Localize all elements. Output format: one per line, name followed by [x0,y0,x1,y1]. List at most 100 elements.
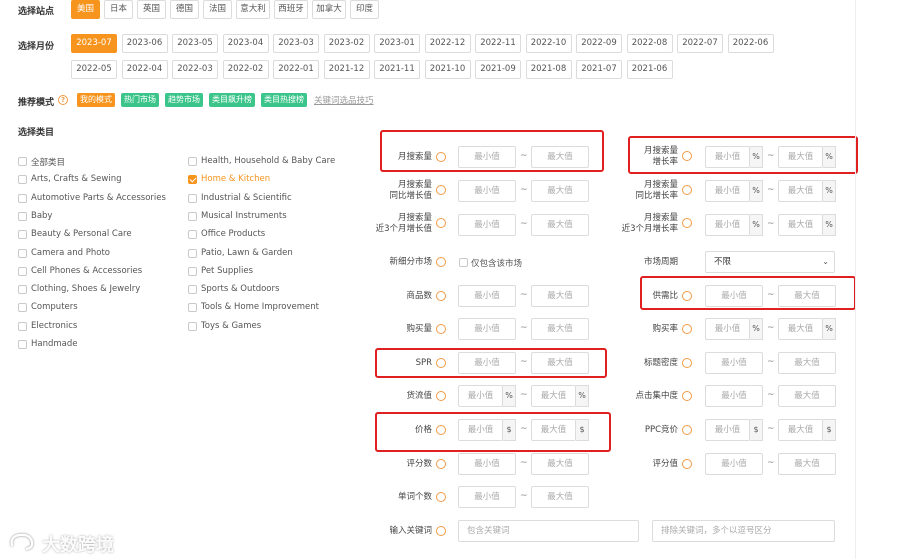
max-value-input[interactable]: 最大值 [531,180,589,202]
category-checkbox[interactable] [188,230,197,240]
site-option[interactable]: 英国 [137,0,166,19]
month-option[interactable]: 2022-12 [424,34,471,53]
category-item[interactable]: Tools & Home Improvement [201,302,319,312]
category-checkbox[interactable] [18,266,27,276]
help-icon[interactable] [436,218,446,228]
category-checkbox[interactable] [18,157,27,166]
month-option[interactable]: 2021-09 [475,60,521,79]
help-icon[interactable] [436,324,446,334]
market-cycle-select[interactable]: 不限 ⌄ [705,251,835,273]
help-icon[interactable] [436,459,446,469]
max-value-input[interactable]: 最大值 [531,385,576,407]
category-item[interactable]: Patio, Lawn & Garden [201,248,293,258]
category-item[interactable]: Cell Phones & Accessories [31,266,142,276]
niche-market-checkbox[interactable] [459,258,468,267]
month-option[interactable]: 2022-10 [525,34,572,53]
category-item[interactable]: Handmade [31,339,78,349]
exclude-keywords-input[interactable]: 排除关键词，多个以逗号区分 [652,520,835,542]
min-value-input[interactable]: 最小值 [705,352,763,374]
month-option[interactable]: 2022-06 [727,34,774,53]
min-value-input[interactable]: 最小值 [705,453,763,475]
max-value-input[interactable]: 最大值 [778,214,823,236]
max-value-input[interactable]: 最大值 [778,453,836,475]
month-option[interactable]: 2022-02 [222,60,269,79]
category-item[interactable]: 全部类目 [31,156,65,168]
min-value-input[interactable]: 最小值 [458,385,503,407]
min-value-input[interactable]: 最小值 [705,180,750,202]
month-option[interactable]: 2021-06 [626,60,673,79]
month-option[interactable]: 2023-05 [172,34,218,53]
category-item[interactable]: Sports & Outdoors [201,284,279,294]
site-option[interactable]: 日本 [104,0,133,19]
category-item[interactable]: Beauty & Personal Care [31,229,132,239]
category-item[interactable]: Arts, Crafts & Sewing [31,174,121,184]
help-icon[interactable]: ? [58,95,68,105]
help-icon[interactable] [682,185,692,195]
max-value-input[interactable]: 最大值 [778,318,823,340]
category-checkbox[interactable] [18,211,27,221]
month-option[interactable]: 2022-01 [273,60,319,79]
max-value-input[interactable]: 最大值 [778,385,836,407]
category-item[interactable]: Musical Instruments [201,211,287,221]
category-checkbox[interactable] [188,303,197,313]
include-keywords-input[interactable]: 包含关键词 [458,520,639,542]
max-value-input[interactable]: 最大值 [531,214,589,236]
category-checkbox[interactable] [18,175,27,185]
category-item[interactable]: Baby [31,211,52,221]
min-value-input[interactable]: 最小值 [705,385,763,407]
min-value-input[interactable]: 最小值 [705,214,750,236]
month-option[interactable]: 2022-05 [71,60,117,79]
month-option[interactable]: 2023-01 [374,34,420,53]
mode-tag[interactable]: 类目飙升榜 [209,93,255,107]
month-option[interactable]: 2022-03 [172,60,218,79]
category-checkbox[interactable] [188,321,197,331]
max-value-input[interactable]: 最大值 [531,318,589,340]
help-icon[interactable] [682,391,692,401]
category-checkbox[interactable] [188,211,197,221]
category-checkbox[interactable] [188,248,197,258]
category-item[interactable]: Electronics [31,321,77,331]
max-value-input[interactable]: 最大值 [531,486,589,508]
category-checkbox[interactable] [18,285,27,295]
month-option[interactable]: 2022-11 [475,34,521,53]
help-icon[interactable] [436,291,446,301]
category-checkbox[interactable] [18,321,27,331]
help-icon[interactable] [682,425,692,435]
site-option[interactable]: 意大利 [236,0,270,19]
min-value-input[interactable]: 最小值 [458,486,516,508]
month-option[interactable]: 2022-07 [677,34,723,53]
category-item[interactable]: Health, Household & Baby Care [201,156,335,166]
help-icon[interactable] [436,492,446,502]
category-checkbox[interactable] [188,175,197,185]
help-icon[interactable] [436,526,446,536]
category-checkbox[interactable] [18,248,27,258]
category-checkbox[interactable] [188,157,197,166]
month-option[interactable]: 2022-04 [121,60,168,79]
min-value-input[interactable]: 最小值 [458,214,516,236]
min-value-input[interactable]: 最小值 [458,180,516,202]
site-option[interactable]: 德国 [170,0,199,19]
max-value-input[interactable]: 最大值 [778,352,836,374]
category-checkbox[interactable] [18,193,27,203]
max-value-input[interactable]: 最大值 [531,285,589,307]
category-checkbox[interactable] [188,285,197,295]
month-option[interactable]: 2023-07 [71,34,117,53]
month-option[interactable]: 2021-11 [374,60,420,79]
mode-tag[interactable]: 我的模式 [77,93,115,107]
help-icon[interactable] [436,185,446,195]
max-value-input[interactable]: 最大值 [778,180,823,202]
category-item[interactable]: Industrial & Scientific [201,193,292,203]
category-item[interactable]: Camera and Photo [31,248,110,258]
help-icon[interactable] [682,358,692,368]
max-value-input[interactable]: 最大值 [531,453,589,475]
category-checkbox[interactable] [188,266,197,276]
month-option[interactable]: 2021-08 [525,60,572,79]
site-option[interactable]: 印度 [350,0,379,19]
min-value-input[interactable]: 最小值 [705,419,750,441]
mode-tag[interactable]: 类目热搜榜 [261,93,307,107]
month-option[interactable]: 2021-07 [576,60,622,79]
max-value-input[interactable]: 最大值 [778,419,823,441]
site-option[interactable]: 西班牙 [274,0,308,19]
month-option[interactable]: 2023-02 [323,34,370,53]
month-option[interactable]: 2023-04 [222,34,269,53]
